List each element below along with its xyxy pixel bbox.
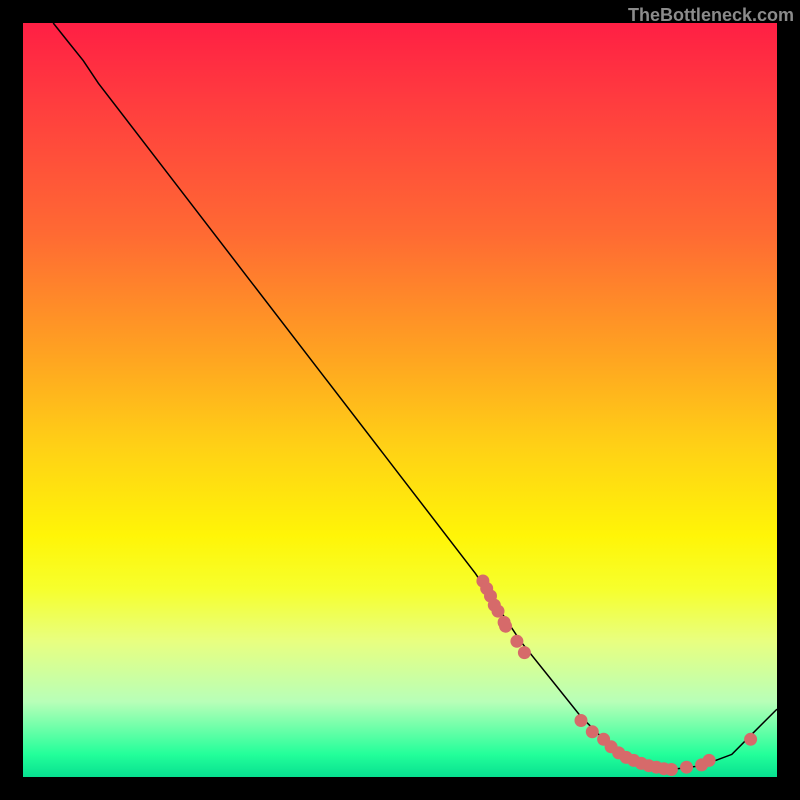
data-point	[665, 763, 678, 776]
data-point	[744, 733, 757, 746]
chart-overlay	[23, 23, 777, 777]
attribution-text: TheBottleneck.com	[628, 5, 794, 26]
data-point	[499, 620, 512, 633]
data-point	[575, 714, 588, 727]
data-point	[586, 725, 599, 738]
data-point	[510, 635, 523, 648]
data-point	[518, 646, 531, 659]
chart-frame: { "attribution": "TheBottleneck.com", "c…	[0, 0, 800, 800]
data-point	[492, 605, 505, 618]
data-points	[476, 575, 757, 777]
data-point	[703, 754, 716, 767]
bottleneck-curve	[53, 23, 777, 770]
data-point	[680, 761, 693, 774]
